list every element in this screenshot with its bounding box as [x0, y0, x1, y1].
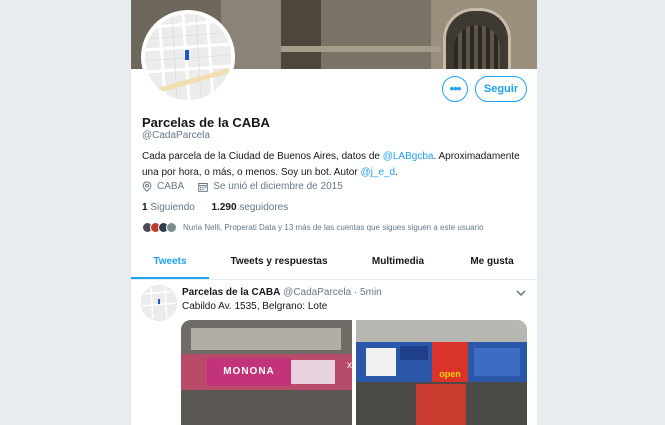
- following-label: Siguiendo: [150, 202, 195, 213]
- profile-column: ••• Seguir Parcelas de la CABA @CadaParc…: [131, 0, 537, 425]
- tweet-author-handle[interactable]: @CadaParcela: [283, 287, 351, 298]
- tweet-media[interactable]: MONONA x open: [181, 320, 527, 425]
- tweet-photo[interactable]: MONONA x: [181, 320, 352, 425]
- followers-label: seguidores: [239, 202, 289, 213]
- followed-by-text: Nuria Nelli, Properati Data y 13 más de …: [183, 223, 484, 232]
- bio-mention-author[interactable]: @j_e_d: [360, 167, 395, 178]
- follow-button[interactable]: Seguir: [475, 76, 527, 102]
- profile-stats: 1 Siguiendo 1.290 seguidores: [142, 202, 288, 213]
- tweet-time[interactable]: 5min: [360, 287, 382, 298]
- tab-me-gusta[interactable]: Me gusta: [447, 245, 537, 279]
- tweet-photo[interactable]: open: [356, 320, 527, 425]
- bio-text: Cada parcela de la Ciudad de Buenos Aire…: [142, 151, 383, 162]
- profile-joined: Se unió el diciembre de 2015: [213, 181, 343, 192]
- tab-tweets-y-respuestas[interactable]: Tweets y respuestas: [209, 245, 349, 279]
- more-options-button[interactable]: •••: [442, 76, 468, 102]
- store-sign: MONONA: [207, 358, 291, 386]
- tweet-text: Cabildo Av. 1535, Belgrano: Lote: [182, 301, 328, 312]
- map-pin-icon: [142, 181, 152, 192]
- bio-text: .: [395, 167, 398, 178]
- followers-count: 1.290: [211, 202, 237, 213]
- tab-tweets[interactable]: Tweets: [131, 245, 209, 279]
- tab-multimedia[interactable]: Multimedia: [349, 245, 447, 279]
- profile-location: CABA: [157, 181, 185, 192]
- chevron-down-icon[interactable]: [515, 287, 527, 299]
- followed-by[interactable]: Nuria Nelli, Properati Data y 13 más de …: [142, 222, 484, 233]
- tweet-header: Parcelas de la CABA @CadaParcela · 5min: [182, 287, 382, 298]
- follower-avatar: [166, 222, 177, 233]
- calendar-icon: [198, 182, 209, 192]
- profile-bio: Cada parcela de la Ciudad de Buenos Aire…: [142, 149, 532, 181]
- profile-avatar[interactable]: [141, 10, 235, 104]
- tweet-author-name[interactable]: Parcelas de la CABA: [182, 287, 280, 298]
- bio-mention-labgcba[interactable]: @LABgcba: [383, 151, 434, 162]
- tweet-separator: ·: [353, 287, 358, 298]
- profile-meta: CABA Se unió el diciembre de 2015: [142, 181, 343, 192]
- followers-link[interactable]: 1.290 seguidores: [212, 202, 289, 213]
- profile-name: Parcelas de la CABA: [142, 115, 270, 130]
- profile-handle[interactable]: @CadaParcela: [142, 130, 210, 141]
- profile-tabs: Tweets Tweets y respuestas Multimedia Me…: [131, 245, 537, 280]
- following-count: 1: [142, 202, 148, 213]
- tweet-avatar[interactable]: [141, 285, 177, 321]
- following-link[interactable]: 1 Siguiendo: [142, 202, 195, 213]
- store-sign: open: [432, 342, 468, 382]
